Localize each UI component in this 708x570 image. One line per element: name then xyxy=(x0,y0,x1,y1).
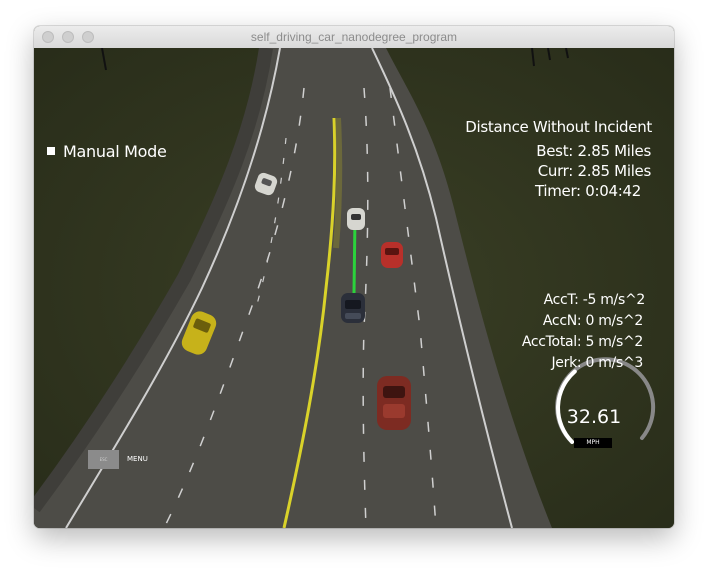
acc-n: AccN: 0 m/s^2 xyxy=(542,313,643,329)
simulator-window: self_driving_car_nanodegree_program Manu… xyxy=(34,26,674,528)
best-distance: Best: 2.85 Miles xyxy=(536,142,651,160)
acc-total: AccTotal: 5 m/s^2 xyxy=(521,334,643,350)
maroon-car xyxy=(377,376,411,430)
timer: Timer: 0:04:42 xyxy=(534,182,641,200)
current-distance: Curr: 2.85 Miles xyxy=(537,162,652,180)
escape-button[interactable]: ESC xyxy=(88,450,119,469)
jerk: Jerk: 0 m/s^3 xyxy=(551,355,643,371)
simulation-viewport: Manual Mode Distance Without Incident Be… xyxy=(34,46,674,528)
acc-t: AccT: -5 m/s^2 xyxy=(543,292,646,308)
speed-value: 32.61 xyxy=(566,406,622,428)
red-car xyxy=(381,242,403,268)
title-bar: self_driving_car_nanodegree_program xyxy=(34,26,674,49)
center-yellow-line-shadow xyxy=(333,117,343,249)
manual-mode-checkbox[interactable] xyxy=(47,147,55,155)
manual-mode-label: Manual Mode xyxy=(63,142,167,161)
distance-title: Distance Without Incident xyxy=(465,118,652,136)
menu-label[interactable]: MENU xyxy=(127,455,148,463)
white-car xyxy=(347,208,365,230)
window-title: self_driving_car_nanodegree_program xyxy=(250,30,458,44)
ego-car xyxy=(341,293,365,323)
speed-unit: MPH xyxy=(574,438,612,448)
